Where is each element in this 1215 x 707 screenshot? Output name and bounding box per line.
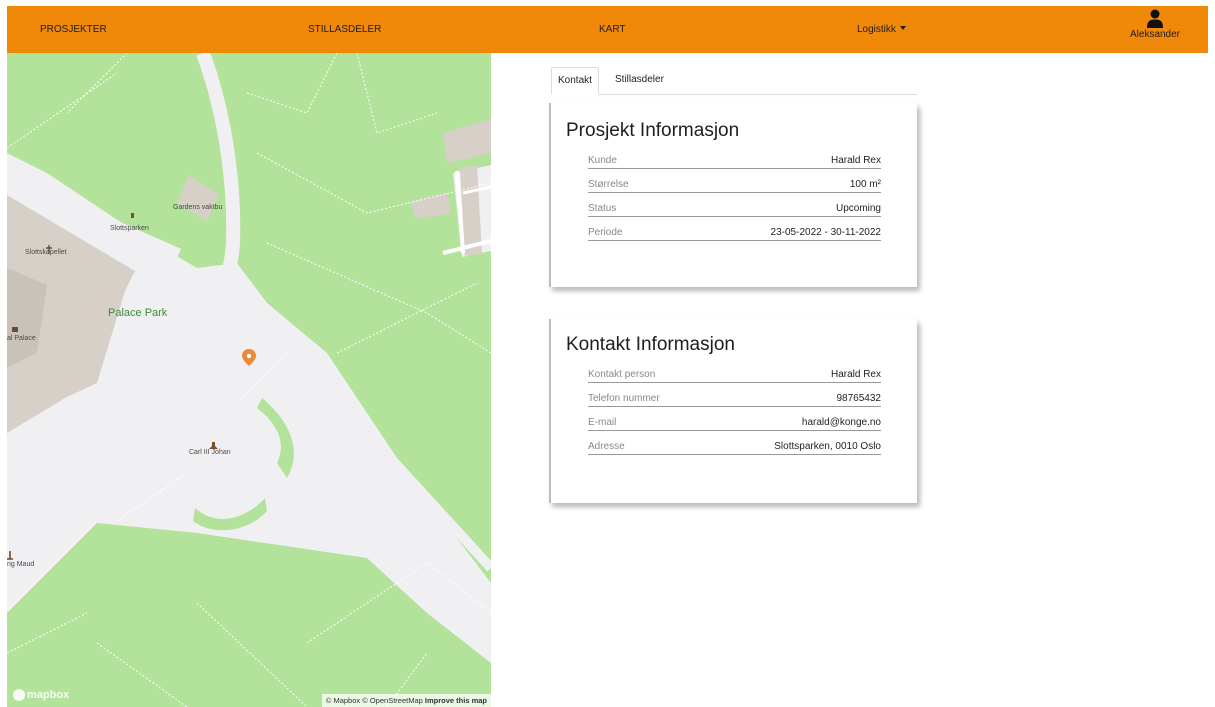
project-info-title: Prosjekt Informasjon [566,120,740,141]
project-row-customer: Kunde Harald Rex [588,154,881,169]
map-label-statue: Carl III Johan [189,449,231,456]
map-label-slottskapellet: Slottskapellet [25,249,67,256]
map-view[interactable]: Gardens vaktbu Slottsparken Slottskapell… [7,53,491,707]
mapbox-logo-icon [13,689,25,701]
contact-row-phone: Telefon nummer 98765432 [588,392,881,407]
user-icon [1147,9,1163,28]
tab-bar: Kontakt Stillasdeler [551,67,917,95]
project-row-period: Periode 23-05-2022 - 30-11-2022 [588,226,881,241]
user-name: Aleksander [1129,29,1181,40]
project-row-size: Størrelse 100 m² [588,178,881,193]
map-label-gardens-vaktbu: Gardens vaktbu [173,204,223,211]
contact-info-title: Kontakt Informasjon [566,334,735,355]
tab-kontakt[interactable]: Kontakt [551,67,599,95]
map-canvas [7,53,491,707]
mapbox-logo[interactable]: mapbox [13,689,69,701]
improve-map-link[interactable]: Improve this map [425,696,487,705]
top-navbar: PROSJEKTER STILLASDELER KART Logistikk A… [7,6,1208,53]
nav-scaffold-parts[interactable]: STILLASDELER [308,6,381,53]
project-row-status: Status Upcoming [588,202,881,217]
nav-logistics-dropdown[interactable]: Logistikk [857,6,906,53]
contact-row-address: Adresse Slottsparken, 0010 Oslo [588,440,881,455]
map-attribution: © Mapbox © OpenStreetMap Improve this ma… [321,694,491,707]
contact-row-email: E-mail harald@konge.no [588,416,881,431]
user-menu[interactable]: Aleksander [1125,9,1185,51]
map-label-queen-maud: ng Maud [7,561,35,568]
tab-stillasdeler[interactable]: Stillasdeler [609,67,670,95]
project-info-card: Prosjekt Informasjon Kunde Harald Rex St… [549,103,917,287]
nav-map[interactable]: KART [599,6,626,53]
nav-projects[interactable]: PROSJEKTER [40,6,107,53]
map-label-palace-park: Palace Park [108,307,168,319]
contact-row-person: Kontakt person Harald Rex [588,368,881,383]
map-label-slottsparken: Slottsparken [110,225,149,232]
contact-info-card: Kontakt Informasjon Kontakt person Haral… [549,319,917,503]
map-label-royal-palace: al Palace [7,335,36,342]
